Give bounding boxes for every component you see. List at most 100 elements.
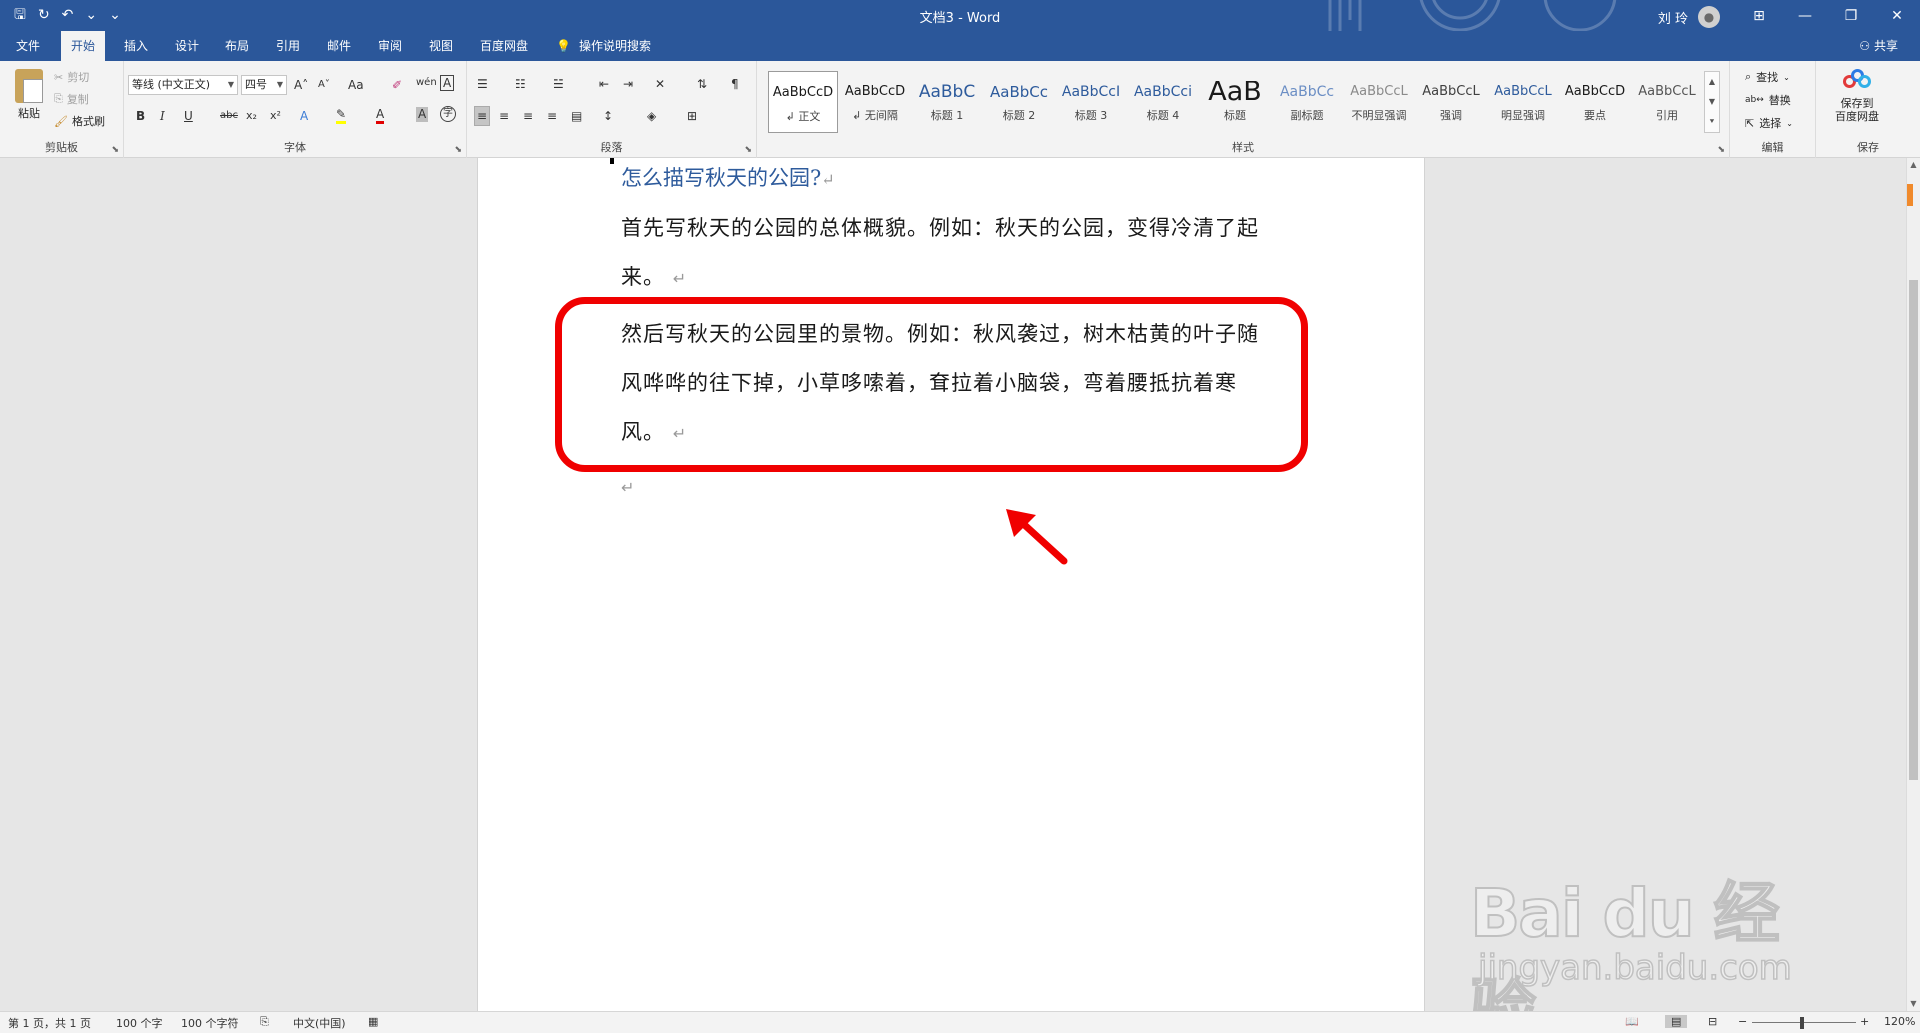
paragraph-1-line-1[interactable]: 首先写秋天的公园的总体概貌。例如：秋天的公园，变得冷清了起 [621, 204, 1261, 253]
chevron-up-icon[interactable]: ▲ [1705, 72, 1719, 92]
borders-icon[interactable]: ⊞ [687, 107, 697, 125]
character-shading-icon[interactable]: A [416, 107, 429, 122]
cut-button[interactable]: ✂ 剪切 [54, 69, 89, 85]
underline-button[interactable]: U [184, 107, 193, 125]
minimize-button[interactable]: — [1782, 0, 1828, 31]
more-styles-icon[interactable]: ⯆ [1705, 112, 1719, 132]
text-effects-icon[interactable]: A [300, 107, 308, 125]
web-layout-icon[interactable]: ⊟ [1708, 1015, 1717, 1028]
chevron-down-icon[interactable]: ▼ [1705, 92, 1719, 112]
decrease-indent-icon[interactable]: ⇤ [599, 75, 609, 93]
proofing-icon[interactable]: ⎘ [260, 1015, 269, 1029]
style-item[interactable]: AaBbCcD 要点 [1560, 71, 1630, 133]
justify-icon[interactable]: ≡ [547, 107, 557, 125]
zoom-level[interactable]: 120% [1884, 1015, 1915, 1028]
show-marks-icon[interactable]: ¶ [731, 75, 739, 93]
strikethrough-button[interactable]: abc [220, 107, 238, 125]
tab-file[interactable]: 文件 [6, 31, 50, 61]
ribbon-display-options-icon[interactable]: ⊞ [1736, 0, 1782, 31]
bold-button[interactable]: B [136, 107, 145, 125]
tab-layout[interactable]: 布局 [215, 31, 259, 61]
style-item[interactable]: AaB 标题 [1200, 71, 1270, 133]
vertical-scrollbar[interactable]: ▲ ▼ [1906, 158, 1920, 1011]
paragraph-1-line-2[interactable]: 来。 ↵ [621, 253, 1261, 303]
font-size-dropdown[interactable]: 四号 ▼ [241, 75, 287, 95]
copy-button[interactable]: ⎘ 复制 [54, 91, 89, 107]
shading-icon[interactable]: ◈ [647, 107, 656, 125]
styles-launcher-icon[interactable]: ⬊ [1717, 145, 1725, 155]
macro-record-icon[interactable]: ▦ [368, 1015, 378, 1028]
change-case-button[interactable]: Aa [348, 76, 364, 94]
style-item[interactable]: AaBbCcD ↲ 无间隔 [840, 71, 910, 133]
superscript-button[interactable]: x² [270, 107, 281, 125]
user-account[interactable]: 刘 玲 ● [1658, 6, 1720, 28]
document-page[interactable]: 怎么描写秋天的公园?↵ 首先写秋天的公园的总体概貌。例如：秋天的公园，变得冷清了… [477, 158, 1425, 1011]
tab-home[interactable]: 开始 [61, 31, 106, 61]
scroll-up-icon[interactable]: ▲ [1907, 158, 1920, 172]
phonetic-guide-icon[interactable]: wén [416, 74, 437, 92]
subscript-button[interactable]: x₂ [246, 107, 257, 125]
read-mode-icon[interactable]: 📖 [1625, 1015, 1639, 1028]
paste-button[interactable]: 粘贴 [12, 69, 46, 121]
style-item[interactable]: AaBbCcL 不明显强调 [1344, 71, 1414, 133]
tab-view[interactable]: 视图 [419, 31, 463, 61]
bullets-icon[interactable]: ☰ [477, 75, 488, 93]
save-to-baidu-netdisk-button[interactable]: 保存到 百度网盘 [1822, 69, 1892, 123]
tab-design[interactable]: 设计 [165, 31, 209, 61]
share-button[interactable]: ⚇ 共享 [1859, 31, 1898, 61]
style-item[interactable]: AaBbCcL 明显强调 [1488, 71, 1558, 133]
style-gallery-scroller[interactable]: ▲ ▼ ⯆ [1704, 71, 1720, 133]
character-border-icon[interactable]: A [440, 75, 455, 91]
tab-references[interactable]: 引用 [266, 31, 310, 61]
print-layout-icon[interactable]: ▤ [1665, 1015, 1688, 1028]
font-name-dropdown[interactable]: 等线 (中文正文) ▼ [128, 75, 238, 95]
document-heading[interactable]: 怎么描写秋天的公园?↵ [621, 162, 835, 196]
avatar[interactable]: ● [1698, 6, 1720, 28]
language-status[interactable]: 中文(中国) [293, 1015, 346, 1031]
highlight-icon[interactable]: ✎ [336, 107, 347, 124]
find-button[interactable]: ⌕ 查找 ⌄ [1745, 69, 1790, 85]
tab-mailings[interactable]: 邮件 [317, 31, 361, 61]
style-item[interactable]: AaBbCc 标题 2 [984, 71, 1054, 133]
style-item[interactable]: AaBbCcI 标题 3 [1056, 71, 1126, 133]
grow-font-button[interactable]: A˄ [294, 76, 308, 94]
style-item[interactable]: AaBbCcD ↲ 正文 [768, 71, 838, 133]
align-left-icon[interactable]: ≡ [473, 106, 491, 126]
tab-review[interactable]: 审阅 [368, 31, 412, 61]
style-item[interactable]: AaBbCci 标题 4 [1128, 71, 1198, 133]
enclose-characters-icon[interactable]: 字 [440, 106, 456, 122]
tell-me-search[interactable]: 💡 操作说明搜索 [556, 31, 651, 61]
select-button[interactable]: ⇱ 选择 ⌄ [1745, 115, 1793, 131]
font-color-icon[interactable]: A [376, 107, 385, 124]
multilevel-list-icon[interactable]: ☱ [553, 75, 564, 93]
zoom-out-button[interactable]: − [1738, 1015, 1747, 1028]
tab-insert[interactable]: 插入 [114, 31, 158, 61]
page-count[interactable]: 第 1 页，共 1 页 [8, 1015, 91, 1031]
numbering-icon[interactable]: ☷ [515, 75, 526, 93]
italic-button[interactable]: I [160, 107, 165, 125]
increase-indent-icon[interactable]: ⇥ [623, 75, 633, 93]
align-right-icon[interactable]: ≡ [523, 107, 533, 125]
line-spacing-icon[interactable]: ↕ [603, 107, 613, 125]
scroll-down-icon[interactable]: ▼ [1907, 997, 1920, 1011]
shrink-font-button[interactable]: A˅ [318, 76, 330, 94]
clear-formatting-icon[interactable]: ✐ [392, 76, 402, 94]
style-item[interactable]: AaBbC 标题 1 [912, 71, 982, 133]
maximize-button[interactable]: ❐ [1828, 0, 1874, 31]
tab-baidu-netdisk[interactable]: 百度网盘 [470, 31, 538, 61]
char-count[interactable]: 100 个字符 [181, 1015, 239, 1031]
zoom-in-button[interactable]: + [1860, 1015, 1869, 1028]
zoom-slider-track[interactable] [1752, 1022, 1856, 1023]
word-count[interactable]: 100 个字 [116, 1015, 163, 1031]
style-item[interactable]: AaBbCcL 强调 [1416, 71, 1486, 133]
close-button[interactable]: ✕ [1874, 0, 1920, 31]
sort-icon[interactable]: ⇅ [697, 75, 707, 93]
font-launcher-icon[interactable]: ⬊ [454, 145, 462, 155]
document-area[interactable]: 怎么描写秋天的公园?↵ 首先写秋天的公园的总体概貌。例如：秋天的公园，变得冷清了… [0, 158, 1906, 1011]
style-item[interactable]: AaBbCc 副标题 [1272, 71, 1342, 133]
style-item[interactable]: AaBbCcL 引用 [1632, 71, 1702, 133]
zoom-slider-thumb[interactable] [1800, 1017, 1804, 1029]
paragraph-launcher-icon[interactable]: ⬊ [744, 145, 752, 155]
format-painter-button[interactable]: 🖌 格式刷 [54, 113, 105, 129]
scrollbar-thumb[interactable] [1909, 280, 1918, 780]
